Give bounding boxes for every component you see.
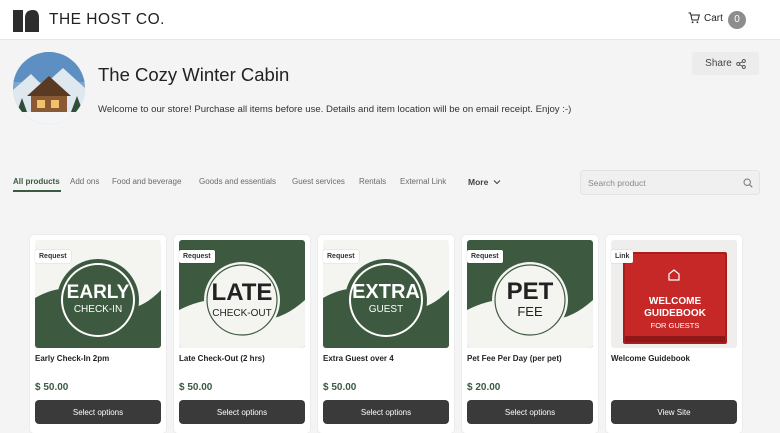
select-options-button[interactable]: Select options	[467, 400, 593, 424]
product-name[interactable]: Late Check-Out (2 hrs)	[179, 354, 265, 363]
top-bar: THE HOST CO. Cart 0	[0, 0, 780, 40]
cart-icon	[688, 12, 700, 24]
link-badge: Link	[611, 250, 634, 263]
sign-word-top: LATE	[212, 279, 273, 306]
tab-add-ons[interactable]: Add ons	[70, 177, 99, 186]
select-options-button[interactable]: Select options	[323, 400, 449, 424]
search-box	[580, 170, 760, 195]
more-label: More	[468, 177, 489, 187]
sign-word-top: EARLY	[67, 282, 130, 303]
book-line-3: FOR GUESTS	[651, 321, 700, 330]
product-price: $ 50.00	[179, 382, 213, 393]
product-card[interactable]: LATE CHECK-OUT Request Late Check-Out (2…	[174, 235, 310, 433]
product-name[interactable]: Pet Fee Per Day (per pet)	[467, 354, 562, 363]
product-price: $ 50.00	[35, 382, 69, 393]
product-card[interactable]: PET FEE Request Pet Fee Per Day (per pet…	[462, 235, 598, 433]
request-badge: Request	[35, 250, 71, 263]
product-name[interactable]: Welcome Guidebook	[611, 354, 690, 363]
product-card[interactable]: WELCOME GUIDEBOOK FOR GUESTS Link Welcom…	[606, 235, 742, 433]
share-icon	[736, 58, 746, 69]
sign-word-bottom: FEE	[517, 304, 543, 319]
sign-word-bottom: CHECK-IN	[74, 304, 122, 315]
select-options-button[interactable]: Select options	[179, 400, 305, 424]
product-name[interactable]: Early Check-In 2pm	[35, 354, 109, 363]
product-card[interactable]: EARLY CHECK-IN Request Early Check-In 2p…	[30, 235, 166, 433]
product-price: $ 20.00	[467, 382, 501, 393]
product-name[interactable]: Extra Guest over 4	[323, 354, 394, 363]
book-line-2: GUIDEBOOK	[644, 308, 706, 319]
more-dropdown[interactable]: More	[468, 177, 501, 187]
chevron-down-icon	[493, 180, 501, 185]
cart-count-badge[interactable]: 0	[728, 11, 746, 29]
store-avatar	[13, 52, 85, 124]
logo-icon[interactable]	[13, 8, 39, 32]
tab-external-link[interactable]: External Link	[400, 177, 446, 186]
sign-word-bottom: CHECK-OUT	[212, 308, 271, 319]
sign-word-top: EXTRA	[352, 281, 420, 303]
tab-guest-services[interactable]: Guest services	[292, 177, 345, 186]
tab-goods-and-essentials[interactable]: Goods and essentials	[199, 177, 276, 186]
search-icon[interactable]	[743, 178, 753, 188]
sign-word-top: PET	[507, 278, 554, 305]
share-button[interactable]: Share	[692, 52, 759, 75]
store-title: The Cozy Winter Cabin	[98, 64, 290, 85]
active-tab-underline	[13, 190, 61, 192]
product-price: $ 50.00	[323, 382, 357, 393]
request-badge: Request	[179, 250, 215, 263]
brand-name[interactable]: THE HOST CO.	[49, 11, 165, 29]
cart-label: Cart	[704, 12, 723, 24]
tab-food-and-beverage[interactable]: Food and beverage	[112, 177, 181, 186]
select-options-button[interactable]: Select options	[35, 400, 161, 424]
sign-word-bottom: GUEST	[369, 304, 403, 315]
tab-rentals[interactable]: Rentals	[359, 177, 386, 186]
cart-button[interactable]: Cart	[688, 12, 723, 24]
request-badge: Request	[323, 250, 359, 263]
share-label: Share	[705, 58, 732, 69]
store-description: Welcome to our store! Purchase all items…	[98, 104, 572, 115]
view-site-button[interactable]: View Site	[611, 400, 737, 424]
search-input[interactable]	[588, 176, 733, 190]
product-card[interactable]: EXTRA GUEST Request Extra Guest over 4 $…	[318, 235, 454, 433]
book-line-1: WELCOME	[649, 296, 702, 307]
request-badge: Request	[467, 250, 503, 263]
tab-all-products[interactable]: All products	[13, 177, 60, 186]
